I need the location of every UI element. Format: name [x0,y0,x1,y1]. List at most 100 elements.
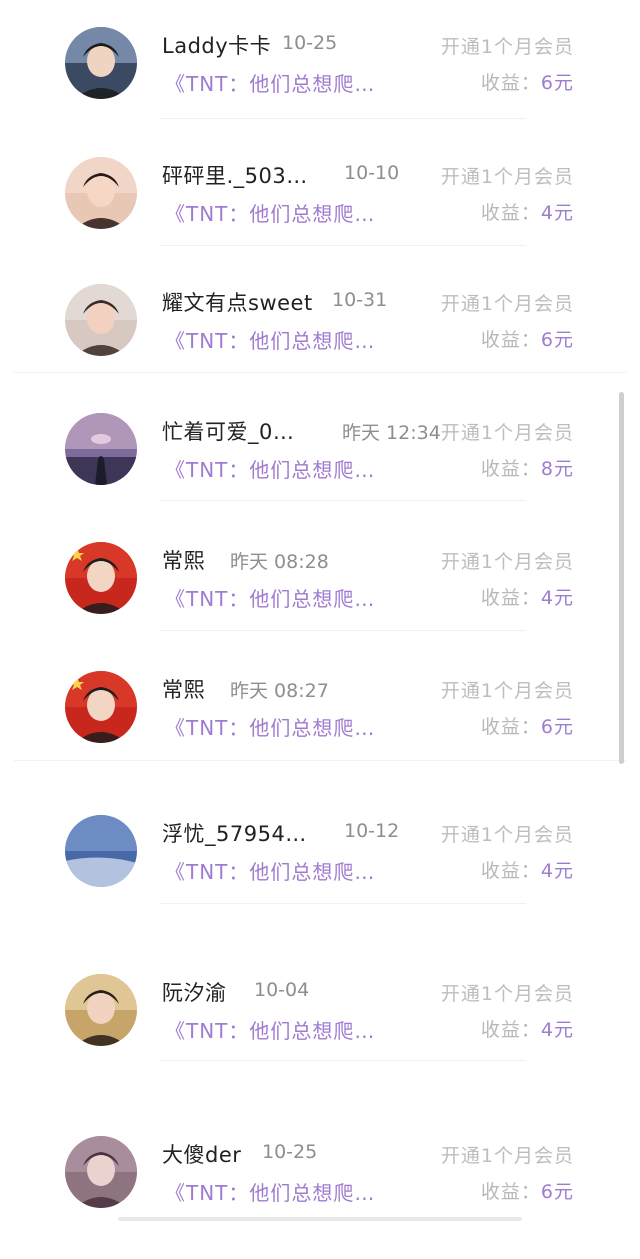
action-text: 开通1个月会员 [440,422,574,444]
action-text: 开通1个月会员 [440,36,574,58]
earning-row[interactable]: 常熙 昨天 08:28 开通1个月会员 《TNT：他们总想爬… 收益：4元 [0,542,640,665]
earnings-label: 收益： [480,458,541,480]
avatar[interactable] [65,27,137,99]
timestamp: 10-12 [344,820,400,842]
user-name[interactable]: 常熙 [162,674,205,704]
row-divider [160,903,526,904]
avatar-image [65,284,137,356]
row-divider [160,500,526,501]
earnings-amount: 4元 [540,1019,574,1041]
avatar-image [65,974,137,1046]
avatar-image [65,157,137,229]
row-divider [160,118,526,119]
earnings-label: 收益： [480,860,541,882]
user-name[interactable]: 大傻der [162,1139,241,1169]
earnings: 收益：8元 [481,454,574,481]
avatar-image [65,1136,137,1208]
earning-row[interactable]: 大傻der 10-25 开通1个月会员 《TNT：他们总想爬… 收益：6元 [0,1136,640,1259]
timestamp: 昨天 08:27 [230,680,329,702]
earning-row[interactable]: 阮汐渝 10-04 开通1个月会员 《TNT：他们总想爬… 收益：4元 [0,974,640,1097]
earnings-label: 收益： [480,1181,541,1203]
book-title-link[interactable]: 《TNT：他们总想爬… [165,325,375,354]
row-divider [160,1060,526,1061]
avatar[interactable] [65,542,137,614]
avatar-image [65,671,137,743]
user-name[interactable]: 常熙 [162,545,205,575]
scrollbar[interactable] [619,392,624,764]
book-title-link[interactable]: 《TNT：他们总想爬… [165,1177,375,1206]
row-divider [160,630,526,631]
timestamp: 昨天 12:34 [342,422,441,444]
avatar[interactable] [65,671,137,743]
earning-row[interactable]: 浮忧_57954… 10-12 开通1个月会员 《TNT：他们总想爬… 收益：4… [0,815,640,938]
earnings-label: 收益： [480,1019,541,1041]
earnings-amount: 4元 [540,860,574,882]
book-title-link[interactable]: 《TNT：他们总想爬… [165,856,375,885]
earnings-label: 收益： [480,716,541,738]
timestamp: 10-10 [344,162,400,184]
user-name[interactable]: 忙着可爱_0… [162,416,294,446]
avatar-image [65,27,137,99]
earnings-label: 收益： [480,202,541,224]
timestamp: 10-04 [254,979,310,1001]
user-name[interactable]: 浮忧_57954… [162,818,307,848]
earnings-label: 收益： [480,329,541,351]
earning-row[interactable]: 耀文有点sweet 10-31 开通1个月会员 《TNT：他们总想爬… 收益：6… [0,284,640,407]
action-text: 开通1个月会员 [440,551,574,573]
action-text: 开通1个月会员 [440,983,574,1005]
book-title-link[interactable]: 《TNT：他们总想爬… [165,712,375,741]
earnings-label: 收益： [480,587,541,609]
avatar-image [65,413,137,485]
action-text: 开通1个月会员 [440,293,574,315]
earning-row[interactable]: 砰砰里._503… 10-10 开通1个月会员 《TNT：他们总想爬… 收益：4… [0,157,640,280]
action-text: 开通1个月会员 [440,824,574,846]
timestamp: 昨天 08:28 [230,551,329,573]
earnings-amount: 6元 [540,1181,574,1203]
earnings: 收益：4元 [481,856,574,883]
earnings-amount: 6元 [540,72,574,94]
action-text: 开通1个月会员 [440,166,574,188]
row-divider [14,760,626,761]
avatar[interactable] [65,413,137,485]
row-divider [160,245,526,246]
earning-row[interactable]: Laddy卡卡 10-25 开通1个月会员 《TNT：他们总想爬… 收益：6元 [0,27,640,150]
book-title-link[interactable]: 《TNT：他们总想爬… [165,583,375,612]
avatar[interactable] [65,1136,137,1208]
earnings-amount: 6元 [540,716,574,738]
avatar-image [65,815,137,887]
earnings: 收益：6元 [481,1177,574,1204]
earnings: 收益：4元 [481,583,574,610]
book-title-link[interactable]: 《TNT：他们总想爬… [165,68,375,97]
avatar-image [65,542,137,614]
book-title-link[interactable]: 《TNT：他们总想爬… [165,1015,375,1044]
avatar[interactable] [65,974,137,1046]
user-name[interactable]: 砰砰里._503… [162,160,308,190]
home-indicator [118,1217,522,1221]
earning-row[interactable]: 忙着可爱_0… 昨天 12:34 开通1个月会员 《TNT：他们总想爬… 收益：… [0,413,640,536]
avatar[interactable] [65,815,137,887]
earnings: 收益：6元 [481,325,574,352]
earnings: 收益：6元 [481,68,574,95]
user-name[interactable]: 耀文有点sweet [162,287,313,317]
earnings-amount: 4元 [540,202,574,224]
avatar[interactable] [65,157,137,229]
timestamp: 10-25 [262,1141,318,1163]
timestamp: 10-25 [282,32,338,54]
earnings-amount: 8元 [540,458,574,480]
earning-row[interactable]: 常熙 昨天 08:27 开通1个月会员 《TNT：他们总想爬… 收益：6元 [0,671,640,794]
earnings: 收益：4元 [481,1015,574,1042]
earnings-amount: 4元 [540,587,574,609]
book-title-link[interactable]: 《TNT：他们总想爬… [165,454,375,483]
avatar[interactable] [65,284,137,356]
book-title-link[interactable]: 《TNT：他们总想爬… [165,198,375,227]
action-text: 开通1个月会员 [440,680,574,702]
row-divider [14,372,626,373]
earnings-amount: 6元 [540,329,574,351]
user-name[interactable]: 阮汐渝 [162,977,227,1007]
timestamp: 10-31 [332,289,388,311]
user-name[interactable]: Laddy卡卡 [162,30,271,60]
earnings: 收益：6元 [481,712,574,739]
earnings: 收益：4元 [481,198,574,225]
earnings-label: 收益： [480,72,541,94]
action-text: 开通1个月会员 [440,1145,574,1167]
